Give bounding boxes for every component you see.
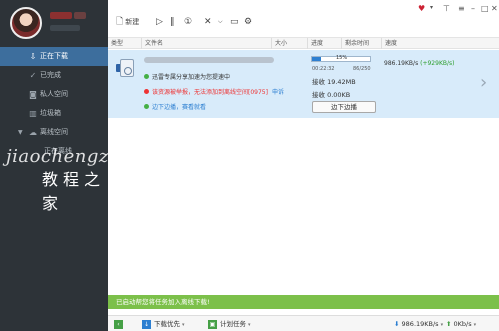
accel-status: 迅雷专属分享加速为您提速中 (144, 73, 230, 83)
scheduled-task-button[interactable]: ▣ 计划任务 ▾ (208, 318, 251, 330)
watermark-text: 教程之家 (42, 170, 106, 213)
sidebar-item-label: 正在下载 (40, 52, 68, 60)
chevron-down-icon: ▾ (430, 4, 434, 11)
skin-button[interactable]: ♥ (418, 4, 425, 13)
minimize-icon: – (471, 4, 475, 13)
sidebar-item-label: 离线空间 (40, 128, 68, 136)
skin-dropdown[interactable]: ▾ (430, 4, 433, 11)
error-status: 该资源被举报，无法添加到离线空间[0975] 申诉 (144, 88, 284, 98)
user-subtitle-blurred (50, 25, 80, 31)
sidebar: ⇩ 正在下载 ✓ 已完成 ◙ 私人空间 ▥ 垃圾箱 ▼ ☁ 离线空间 正在离线 … (0, 0, 139, 331)
play-icon: ▷ (156, 17, 163, 27)
pause-button[interactable]: ‖ (170, 14, 175, 30)
progress-percent: 15% (336, 55, 348, 61)
cloud-icon: ☁ (29, 128, 37, 137)
sidebar-item-downloading[interactable]: ⇩ 正在下载 (0, 47, 108, 66)
close-button[interactable]: ✕ (491, 4, 498, 13)
play-status[interactable]: 边下边播，赛看就看 (144, 103, 206, 113)
menu-icon: ≡ (458, 4, 465, 13)
sidebar-item-private[interactable]: ◙ 私人空间 (0, 85, 108, 104)
skin-icon: ♥ (418, 4, 426, 13)
column-filename[interactable]: 文件名 (142, 38, 272, 49)
collapse-button[interactable]: ‹ (114, 318, 126, 330)
chevron-down-icon[interactable]: ▼ (18, 123, 23, 142)
tray-button[interactable]: ⊤ (443, 4, 450, 13)
column-progress[interactable]: 进度 (308, 38, 342, 49)
check-icon: ✓ (29, 71, 37, 80)
download-priority-button[interactable]: ↓ 下载优先 ▾ (142, 318, 185, 330)
menu-button[interactable]: ≡ (458, 4, 465, 13)
watermark-text: jiaochengzhiji (6, 146, 140, 167)
delete-icon: ✕ (204, 17, 212, 27)
toolbar: 🗋 新建 ▷ ‖ ① ✕ ⌵ ▭ ⚙ ♥ ▾ ⊤ ≡ – □ ✕ (108, 0, 499, 38)
sidebar-item-label: 垃圾箱 (40, 109, 61, 117)
play-while-downloading-button[interactable]: 边下边播 (312, 101, 376, 113)
chevron-right-icon[interactable]: › (480, 72, 487, 93)
username-blurred (50, 12, 72, 19)
trash-icon: ▥ (29, 109, 37, 118)
settings-icon: ⚙ (244, 17, 253, 27)
piece-count: 86/250 (353, 66, 371, 72)
sidebar-item-label: 私人空间 (40, 90, 68, 98)
elapsed-time: 00:22:32 (312, 66, 335, 72)
chevron-down-icon: ⌵ (218, 18, 223, 25)
sidebar-item-label: 已完成 (40, 71, 61, 79)
minimize-button[interactable]: – (471, 4, 475, 13)
received-amount-secondary: 接收 0.00KB (312, 91, 351, 99)
table-header: 类型 文件名 大小 进度 剩余时间 速度 (108, 38, 499, 49)
pause-icon: ‖ (170, 17, 175, 27)
download-icon: ⇩ (29, 52, 37, 61)
table-row[interactable]: 迅雷专属分享加速为您提速中 该资源被举报，无法添加到离线空间[0975] 申诉 边… (108, 50, 499, 118)
sidebar-nav: ⇩ 正在下载 ✓ 已完成 ◙ 私人空间 ▥ 垃圾箱 ▼ ☁ 离线空间 正在离线 (0, 47, 108, 161)
sidebar-item-trash[interactable]: ▥ 垃圾箱 (0, 104, 108, 123)
new-task-button[interactable]: 🗋 新建 (116, 14, 139, 30)
filename-blurred (144, 57, 274, 63)
download-arrow-icon: ⬇ (394, 320, 400, 328)
schedule-icon: ▣ (208, 319, 217, 329)
column-remaining[interactable]: 剩余时间 (342, 38, 382, 49)
status-bar: ‹ ↓ 下载优先 ▾ ▣ 计划任务 ▾ ⬇ 986.19KB/s ▾ ⬆ 0Kb/s ▾ (108, 315, 499, 331)
offline-notice-banner: 已启动帮您将任务加入离线下载! (108, 295, 499, 309)
chevron-left-icon: ‹ (114, 319, 123, 329)
status-dot-icon (144, 104, 149, 109)
status-dot-icon (144, 74, 149, 79)
user-level-badge (74, 12, 86, 19)
close-icon: ✕ (491, 4, 498, 13)
settings-button[interactable]: ⚙ (244, 14, 252, 30)
column-speed[interactable]: 速度 (382, 38, 499, 49)
sidebar-item-offline[interactable]: ▼ ☁ 离线空间 (0, 123, 108, 142)
upload-arrow-icon: ⬆ (446, 320, 452, 328)
received-amount: 接收 19.42MB (312, 78, 356, 86)
play-button[interactable]: ▷ (156, 14, 163, 30)
limit-button[interactable]: ① (184, 14, 192, 30)
user-profile[interactable] (0, 0, 108, 46)
delete-button[interactable]: ✕ (204, 14, 212, 30)
maximize-button[interactable]: □ (481, 4, 489, 13)
total-upload-speed: ⬆ 0Kb/s ▾ (446, 320, 477, 328)
maximize-icon: □ (481, 4, 489, 13)
chevron-down-icon: ▾ (248, 322, 251, 328)
avatar[interactable] (10, 7, 42, 39)
chevron-down-icon: ▾ (473, 322, 477, 328)
chevron-down-icon: ▾ (182, 322, 185, 328)
column-type[interactable]: 类型 (108, 38, 142, 49)
download-speed: 986.19KB/s (+929KB/s) (384, 60, 455, 67)
error-dot-icon (144, 89, 149, 94)
progress-fill (312, 57, 321, 61)
priority-icon: ↓ (142, 319, 151, 329)
new-icon: 🗋 (116, 17, 124, 27)
limit-icon: ① (184, 17, 193, 27)
minimize-to-tray-icon: ⊤ (443, 4, 450, 13)
open-folder-button[interactable]: ▭ (230, 14, 239, 30)
column-size[interactable]: 大小 (272, 38, 308, 49)
total-download-speed: ⬇ 986.19KB/s ▾ (394, 320, 444, 328)
folder-icon: ▭ (230, 17, 239, 27)
appeal-link[interactable]: 申诉 (272, 89, 284, 96)
lock-icon: ◙ (29, 90, 37, 99)
sidebar-item-completed[interactable]: ✓ 已完成 (0, 66, 108, 85)
chevron-down-icon: ▾ (440, 322, 444, 328)
delete-dropdown[interactable]: ⌵ (218, 14, 223, 30)
file-type-icon (120, 59, 134, 77)
